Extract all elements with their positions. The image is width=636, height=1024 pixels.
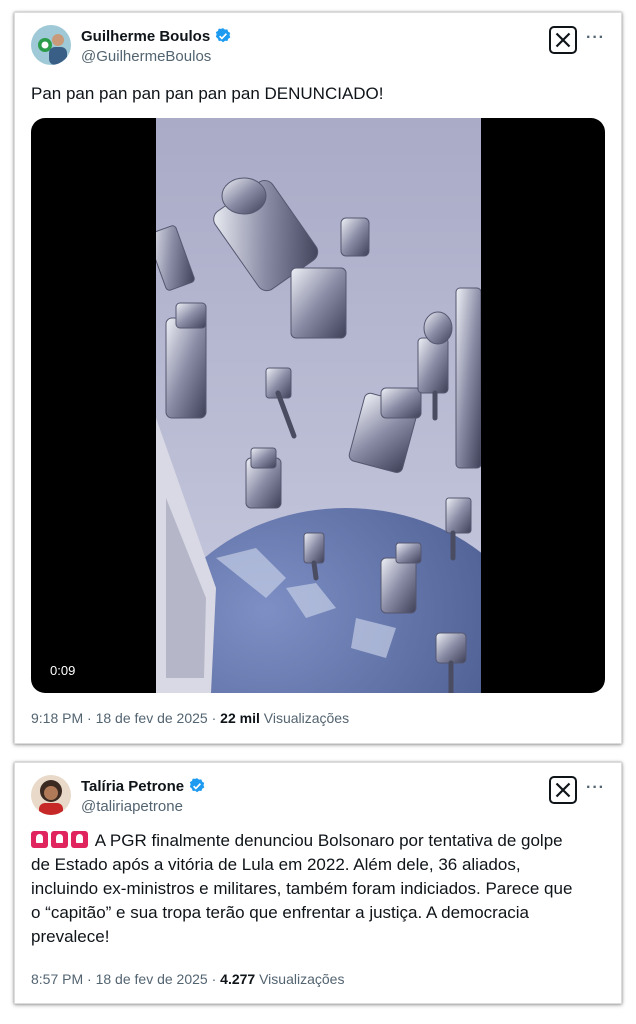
police-light-icon: [51, 831, 68, 848]
more-icon[interactable]: ···: [586, 779, 605, 797]
author-name[interactable]: Guilherme Boulos: [81, 28, 210, 45]
tweet-meta: 8:57 PM · 18 de fev de 2025 · 4.277 Visu…: [31, 971, 345, 987]
video-duration: 0:09: [45, 662, 81, 679]
tweet-time[interactable]: 8:57 PM: [31, 971, 83, 987]
views-count: 22 mil: [220, 710, 260, 726]
views-label: Visualizações: [259, 971, 345, 987]
tweet-text-line: de Estado após a vitória de Lula em 2022…: [31, 855, 521, 874]
tweet-date[interactable]: 18 de fev de 2025: [96, 710, 208, 726]
tweet-date[interactable]: 18 de fev de 2025: [96, 971, 208, 987]
police-light-icon: [31, 831, 48, 848]
tweet-text: Pan pan pan pan pan pan pan DENUNCIADO!: [31, 84, 384, 103]
tweet-text-line: o “capitão” e sua tropa terão que enfren…: [31, 903, 530, 922]
video-frame: [156, 118, 481, 693]
x-logo-icon[interactable]: [549, 776, 577, 804]
author-name[interactable]: Talíria Petrone: [81, 778, 184, 795]
views-count: 4.277: [220, 971, 256, 987]
x-logo-icon[interactable]: [549, 26, 577, 54]
police-light-icon: [71, 831, 88, 848]
video-player[interactable]: 0:09: [31, 118, 605, 693]
tweet-card-boulos[interactable]: Guilherme Boulos @GuilhermeBoulos ··· Pa…: [14, 12, 622, 744]
more-icon[interactable]: ···: [586, 29, 605, 47]
tweet-card-petrone[interactable]: Talíria Petrone @taliriapetrone ··· A PG…: [14, 762, 622, 1004]
author-handle[interactable]: @GuilhermeBoulos: [81, 48, 211, 65]
tweet-meta: 9:18 PM · 18 de fev de 2025 · 22 mil Vis…: [31, 710, 350, 726]
avatar[interactable]: [31, 25, 71, 65]
author-handle[interactable]: @taliriapetrone: [81, 798, 183, 815]
tweet-time[interactable]: 9:18 PM: [31, 710, 83, 726]
verified-badge-icon: [216, 28, 231, 43]
avatar[interactable]: [31, 775, 71, 815]
tweet-text-line: incluindo ex-ministros e militares, tamb…: [31, 879, 573, 898]
verified-badge-icon: [189, 778, 205, 793]
views-label: Visualizações: [263, 710, 350, 726]
tweet-text-line: A PGR finalmente denunciou Bolsonaro por…: [94, 831, 563, 850]
tweet-text: A PGR finalmente denunciou Bolsonaro por…: [31, 829, 611, 949]
tweet-text-line: prevalece!: [31, 927, 110, 946]
